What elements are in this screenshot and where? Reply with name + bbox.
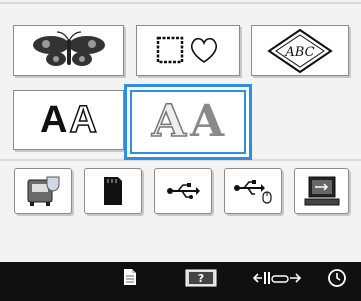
document-icon[interactable] (123, 268, 137, 286)
decorative-font-tile[interactable]: A A (130, 90, 246, 154)
floral-pattern-tile[interactable] (13, 25, 124, 76)
frame-shapes-tile[interactable] (136, 25, 240, 76)
machine-memory-button[interactable] (14, 168, 72, 214)
svg-text:?: ? (198, 272, 204, 285)
sd-card-button[interactable] (84, 168, 142, 214)
decorative-a-gray: A (190, 96, 225, 147)
pattern-selection-screen: ABC A A A A ? (0, 0, 361, 301)
monogram-text: ABC (284, 45, 314, 60)
usb-mouse-button[interactable] (224, 168, 282, 214)
diamond-monogram-icon: ABC (267, 28, 333, 73)
usb-icon (167, 183, 200, 199)
top-divider (0, 2, 361, 4)
sd-card-icon (104, 177, 122, 205)
computer-usb-button[interactable] (294, 168, 349, 214)
butterfly-embroidery-icon (32, 30, 105, 66)
font-a-outline: A (69, 99, 98, 141)
presser-foot-width-icon[interactable] (252, 268, 302, 288)
font-a-bold: A (40, 99, 68, 141)
usb-mouse-icon (234, 180, 272, 204)
computer-usb-icon (304, 176, 339, 206)
section-divider (0, 159, 361, 161)
character-font-tile[interactable]: A A (13, 90, 124, 150)
status-bar: ? (0, 262, 361, 301)
clock-icon[interactable] (327, 268, 347, 288)
decorative-a-floral: A (151, 96, 187, 147)
square-heart-frame-icon (156, 36, 218, 63)
sewing-machine-memory-icon (27, 176, 60, 206)
usb-button[interactable] (154, 168, 212, 214)
decorative-aa-icon: A A (151, 96, 225, 147)
font-aa-icon: A A (40, 99, 98, 141)
embroidery-frame-question-icon[interactable]: ? (185, 268, 217, 288)
monogram-tile[interactable]: ABC (251, 25, 349, 76)
